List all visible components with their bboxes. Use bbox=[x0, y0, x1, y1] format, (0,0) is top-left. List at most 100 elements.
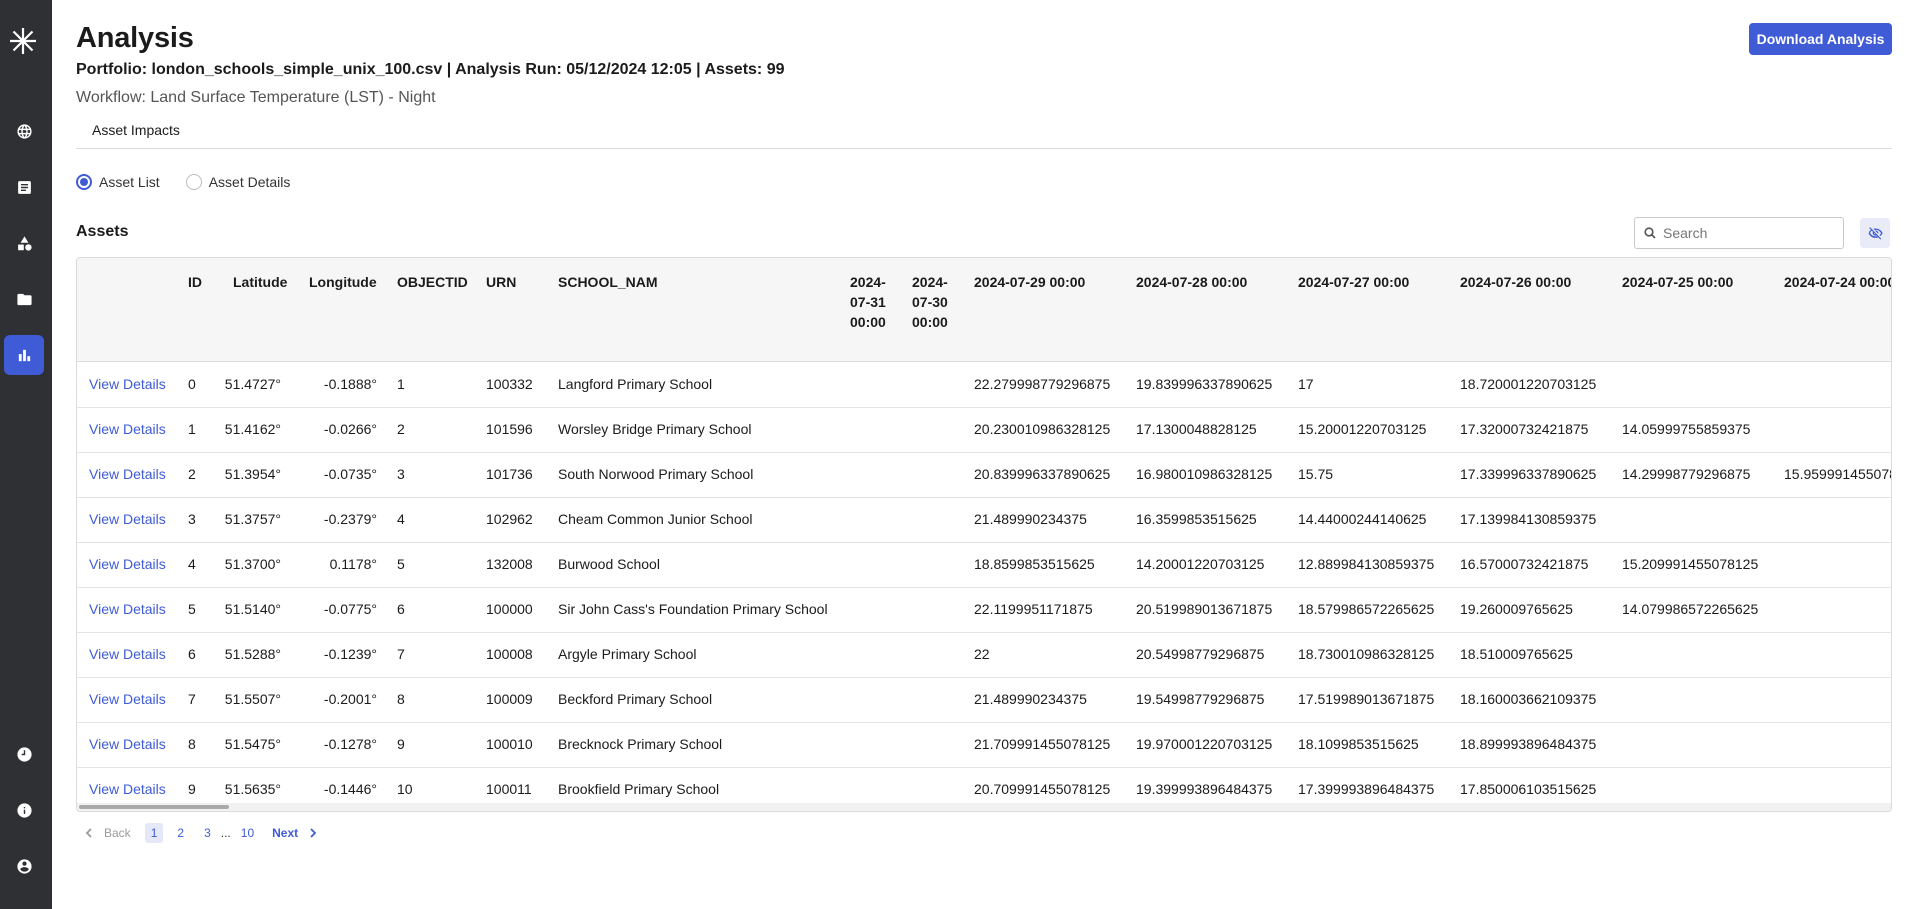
view-details-link[interactable]: View Details bbox=[89, 466, 166, 482]
column-header-date[interactable]: 2024-07-26 00:00 bbox=[1460, 272, 1571, 292]
page-title: Analysis bbox=[76, 22, 194, 54]
view-details-link[interactable]: View Details bbox=[89, 646, 166, 662]
eye-off-icon bbox=[1868, 226, 1883, 239]
table-row: View Details 5 51.5140° -0.0775° 6 100000 Sir … bbox=[77, 588, 1891, 633]
pagination-back-label: Back bbox=[104, 826, 131, 840]
column-header-school-name[interactable]: SCHOOL_NAM bbox=[558, 272, 658, 292]
cell-urn: 102962 bbox=[486, 511, 533, 527]
cell-value: 18.899993896484375 bbox=[1460, 736, 1597, 752]
main-content: Analysis Portfolio: london_schools_simpl… bbox=[52, 0, 1913, 909]
search-field[interactable] bbox=[1634, 217, 1844, 249]
column-header-date[interactable]: 2024-07-29 00:00 bbox=[974, 272, 1085, 292]
table-row: View Details 2 51.3954° -0.0735° 3 101736 Sout… bbox=[77, 453, 1891, 498]
column-header-date[interactable]: 2024-07-31 00:00 bbox=[850, 272, 894, 332]
view-details-link[interactable]: View Details bbox=[89, 691, 166, 707]
scrollbar-thumb[interactable] bbox=[79, 805, 229, 809]
column-header-longitude[interactable]: Longitude bbox=[309, 272, 377, 292]
column-header-objectid[interactable]: OBJECTID bbox=[397, 272, 468, 292]
table-row: View Details 4 51.3700° 0.1178° 5 132008 Burwo… bbox=[77, 543, 1891, 588]
radio-checked-icon[interactable] bbox=[76, 174, 92, 190]
pagination-back[interactable]: Back bbox=[84, 826, 131, 840]
hide-columns-button[interactable] bbox=[1860, 218, 1890, 248]
view-details-link[interactable]: View Details bbox=[89, 601, 166, 617]
cell-latitude: 51.3700° bbox=[224, 556, 281, 572]
cell-value: 20.709991455078125 bbox=[974, 781, 1111, 797]
horizontal-scrollbar[interactable] bbox=[77, 803, 1891, 811]
column-header-date[interactable]: 2024-07-27 00:00 bbox=[1298, 272, 1409, 292]
cell-objectid: 3 bbox=[397, 466, 405, 482]
column-header-date[interactable]: 2024-07-25 00:00 bbox=[1622, 272, 1733, 292]
cell-value: 17.32000732421875 bbox=[1460, 421, 1589, 437]
cell-latitude: 51.3757° bbox=[224, 511, 281, 527]
cell-longitude: -0.0775° bbox=[323, 601, 377, 617]
view-details-link[interactable]: View Details bbox=[89, 781, 166, 797]
cell-objectid: 6 bbox=[397, 601, 405, 617]
cell-value: 21.489990234375 bbox=[974, 691, 1087, 707]
cell-urn: 101596 bbox=[486, 421, 533, 437]
folder-icon[interactable] bbox=[4, 279, 44, 319]
tab-bar: Asset Impacts bbox=[76, 117, 1892, 149]
view-details-link[interactable]: View Details bbox=[89, 376, 166, 392]
view-details-link[interactable]: View Details bbox=[89, 556, 166, 572]
radio-asset-list[interactable]: Asset List bbox=[76, 174, 160, 190]
cell-value: 17.519989013671875 bbox=[1298, 691, 1435, 707]
account-icon[interactable] bbox=[4, 846, 44, 886]
report-icon[interactable] bbox=[4, 167, 44, 207]
cell-value: 18.510009765625 bbox=[1460, 646, 1573, 662]
info-icon[interactable] bbox=[4, 790, 44, 830]
tab-asset-impacts[interactable]: Asset Impacts bbox=[92, 122, 180, 138]
cell-objectid: 1 bbox=[397, 376, 405, 392]
table-row: View Details 8 51.5475° -0.1278° 9 100010 Brec… bbox=[77, 723, 1891, 768]
radio-asset-details[interactable]: Asset Details bbox=[185, 174, 291, 190]
page-3[interactable]: 3 bbox=[200, 823, 215, 843]
column-header-date[interactable]: 2024-07-28 00:00 bbox=[1136, 272, 1247, 292]
view-details-link[interactable]: View Details bbox=[89, 736, 166, 752]
column-header-date[interactable]: 2024-07-30 00:00 bbox=[912, 272, 956, 332]
column-header-latitude[interactable]: Latitude bbox=[233, 272, 287, 292]
search-input[interactable] bbox=[1663, 225, 1833, 241]
table-row: View Details 3 51.3757° -0.2379° 4 102962 Chea… bbox=[77, 498, 1891, 543]
view-details-link[interactable]: View Details bbox=[89, 421, 166, 437]
pagination-next[interactable]: Next bbox=[272, 826, 318, 840]
cell-id: 1 bbox=[188, 421, 196, 437]
cell-value: 16.57000732421875 bbox=[1460, 556, 1589, 572]
column-header-urn[interactable]: URN bbox=[486, 272, 516, 292]
cell-longitude: -0.2001° bbox=[323, 691, 377, 707]
cell-latitude: 51.5635° bbox=[224, 781, 281, 797]
cell-longitude: -0.1239° bbox=[323, 646, 377, 662]
radio-label: Asset Details bbox=[208, 174, 291, 190]
view-details-link[interactable]: View Details bbox=[89, 511, 166, 527]
cell-latitude: 51.5140° bbox=[224, 601, 281, 617]
shapes-icon[interactable] bbox=[4, 223, 44, 263]
cell-school-name: Sir John Cass's Foundation Primary Schoo… bbox=[558, 601, 828, 617]
page-2[interactable]: 2 bbox=[173, 823, 188, 843]
bar-chart-icon[interactable] bbox=[4, 335, 44, 375]
download-analysis-button[interactable]: Download Analysis bbox=[1749, 23, 1892, 55]
column-header-date[interactable]: 2024-07-24 00:00 bbox=[1784, 272, 1891, 292]
cell-latitude: 51.3954° bbox=[224, 466, 281, 482]
radio-unchecked-icon[interactable] bbox=[185, 174, 202, 190]
cell-value: 15.209991455078125 bbox=[1622, 556, 1759, 572]
cell-school-name: Langford Primary School bbox=[558, 376, 713, 392]
page-last[interactable]: 10 bbox=[237, 823, 258, 843]
cell-value: 18.720001220703125 bbox=[1460, 376, 1597, 392]
cell-value: 19.260009765625 bbox=[1460, 601, 1573, 617]
cell-id: 4 bbox=[188, 556, 196, 572]
globe-icon[interactable] bbox=[4, 111, 44, 151]
page-1[interactable]: 1 bbox=[144, 823, 164, 843]
cell-id: 5 bbox=[188, 601, 196, 617]
cell-value: 17.339996337890625 bbox=[1460, 466, 1597, 482]
cell-longitude: -0.0735° bbox=[323, 466, 377, 482]
cell-value: 21.709991455078125 bbox=[974, 736, 1111, 752]
column-header-id[interactable]: ID bbox=[188, 272, 202, 292]
cell-id: 2 bbox=[188, 466, 196, 482]
cell-school-name: Argyle Primary School bbox=[558, 646, 697, 662]
history-icon[interactable] bbox=[4, 734, 44, 774]
cell-objectid: 4 bbox=[397, 511, 405, 527]
cell-urn: 100010 bbox=[486, 736, 533, 752]
table-row: View Details 0 51.4727° -0.1888° 1 100332 Lang… bbox=[77, 363, 1891, 408]
logo-icon[interactable] bbox=[8, 26, 40, 58]
cell-longitude: -0.0266° bbox=[323, 421, 377, 437]
cell-value: 22 bbox=[974, 646, 990, 662]
cell-school-name: South Norwood Primary School bbox=[558, 466, 754, 482]
